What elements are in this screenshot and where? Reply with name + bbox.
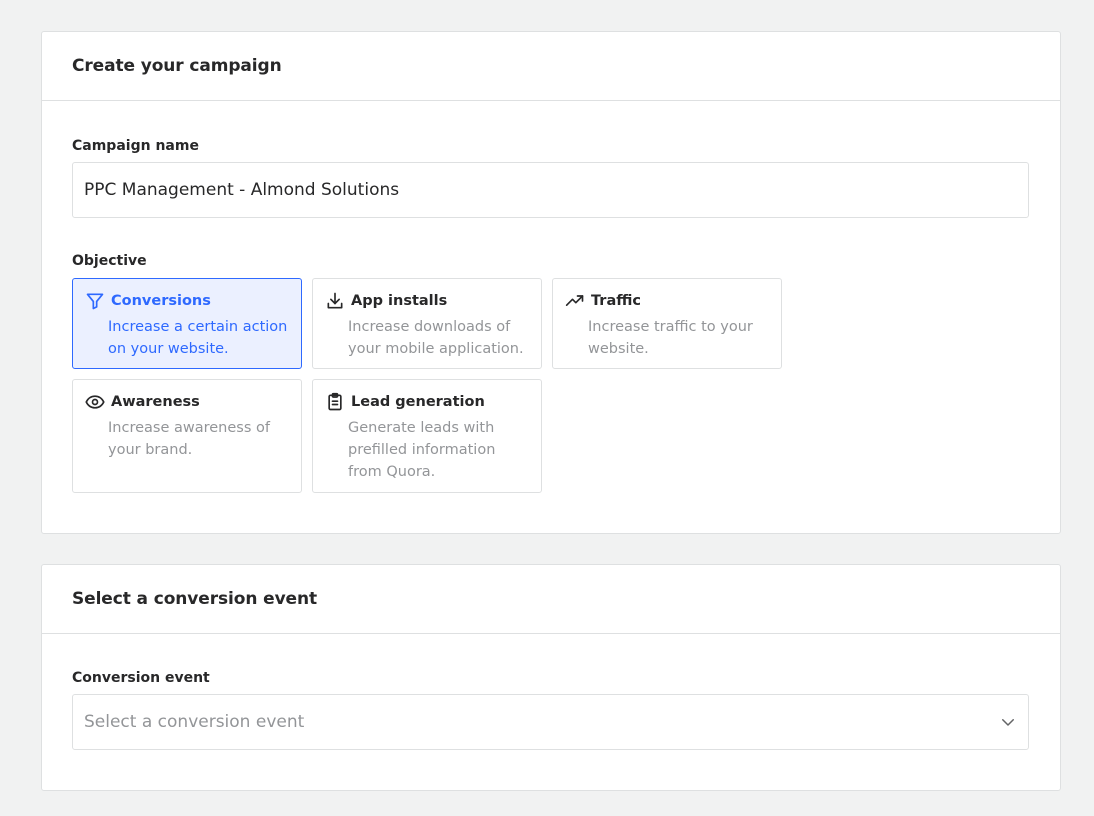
- objective-title-row: App installs: [325, 291, 529, 311]
- campaign-name-input[interactable]: [72, 162, 1029, 218]
- conversion-event-placeholder: Select a conversion event: [84, 712, 305, 732]
- objective-title-row: Awareness: [85, 392, 289, 412]
- objective-options: Conversions Increase a certain action on…: [72, 278, 1029, 493]
- objective-description: Increase awareness of your brand.: [108, 420, 270, 458]
- clipboard-icon: [325, 392, 345, 412]
- objective-lead-generation[interactable]: Lead generation Generate leads with pref…: [312, 379, 542, 493]
- objective-title: Awareness: [111, 394, 200, 410]
- create-campaign-body: Campaign name Objective Conversions Incr…: [42, 138, 1060, 493]
- create-campaign-title: Create your campaign: [72, 56, 282, 76]
- objective-description: Increase a certain action on your websit…: [108, 319, 288, 357]
- conversion-event-select[interactable]: Select a conversion event: [72, 694, 1029, 750]
- objective-title: Traffic: [591, 293, 641, 309]
- objective-app-installs[interactable]: App installs Increase downloads of your …: [312, 278, 542, 369]
- chevron-down-icon: [999, 713, 1017, 731]
- objective-conversions[interactable]: Conversions Increase a certain action on…: [72, 278, 302, 369]
- objective-title-row: Conversions: [85, 291, 289, 311]
- conversion-event-header: Select a conversion event: [42, 565, 1060, 634]
- conversion-event-title: Select a conversion event: [72, 589, 318, 609]
- download-icon: [325, 291, 345, 311]
- objective-description: Increase traffic to your website.: [588, 319, 753, 357]
- objective-title: Conversions: [111, 293, 211, 309]
- objective-description: Increase downloads of your mobile applic…: [348, 319, 524, 357]
- objective-awareness[interactable]: Awareness Increase awareness of your bra…: [72, 379, 302, 493]
- objective-title: Lead generation: [351, 394, 485, 410]
- conversion-event-card: Select a conversion event Conversion eve…: [41, 564, 1061, 791]
- campaign-name-label: Campaign name: [72, 138, 199, 154]
- objective-traffic[interactable]: Traffic Increase traffic to your website…: [552, 278, 782, 369]
- create-campaign-header: Create your campaign: [42, 32, 1060, 101]
- objective-description: Generate leads with prefilled informatio…: [348, 420, 496, 480]
- create-campaign-card: Create your campaign Campaign name Objec…: [41, 31, 1061, 534]
- objective-label: Objective: [72, 253, 147, 269]
- objective-title-row: Lead generation: [325, 392, 529, 412]
- trending-up-icon: [565, 291, 585, 311]
- conversion-event-body: Conversion event Select a conversion eve…: [42, 670, 1060, 750]
- filter-icon: [85, 291, 105, 311]
- objective-title-row: Traffic: [565, 291, 769, 311]
- eye-icon: [85, 392, 105, 412]
- conversion-event-label: Conversion event: [72, 670, 210, 686]
- objective-title: App installs: [351, 293, 448, 309]
